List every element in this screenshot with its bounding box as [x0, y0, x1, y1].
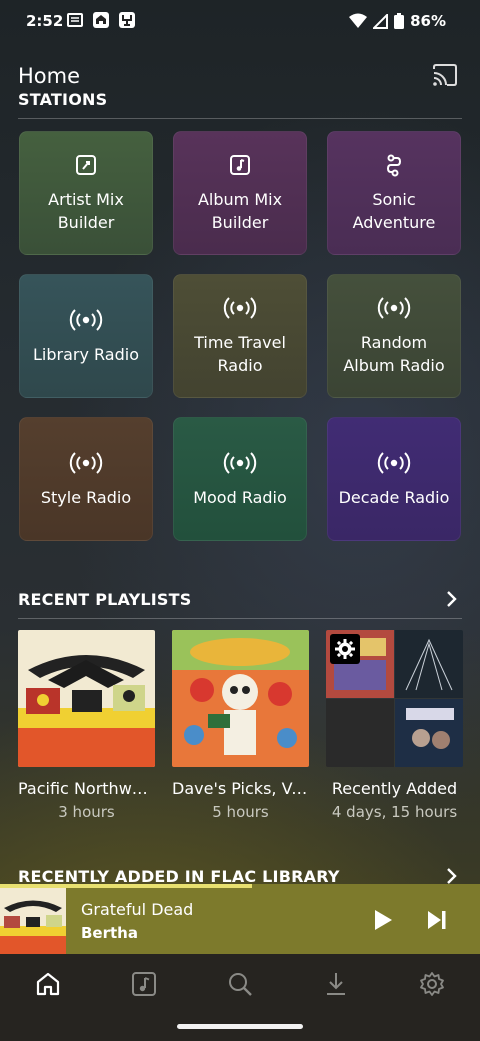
playlist-subtitle: 4 days, 15 hours [331, 803, 458, 821]
station-mood-radio[interactable]: Mood Radio [173, 417, 307, 541]
station-sonic-adventure[interactable]: Sonic Adventure [327, 131, 461, 255]
gesture-home-bar[interactable] [177, 1024, 303, 1029]
station-random-album-radio[interactable]: Random Album Radio [327, 274, 461, 398]
status-time: 2:52 [26, 12, 64, 30]
gear-icon [335, 639, 355, 659]
now-playing-bar[interactable]: Grateful Dead Bertha [0, 884, 480, 954]
home-icon[interactable] [34, 970, 62, 998]
tile-label: Sonic Adventure [352, 190, 436, 232]
play-icon[interactable] [372, 908, 394, 932]
recent-playlists-heading: RECENT PLAYLISTS [18, 590, 192, 609]
playlist-title: Dave's Picks, Volume 18 [172, 779, 309, 798]
playlist-card[interactable]: Dave's Picks, Volume 18 5 hours [172, 630, 309, 821]
battery-icon [394, 13, 405, 29]
playlist-title: Pacific Northwest Tour [18, 779, 155, 798]
now-playing-art [0, 888, 66, 954]
app-notification-icon [119, 12, 135, 28]
now-playing-track: Bertha [81, 924, 138, 942]
settings-badge[interactable] [330, 634, 360, 664]
radio-icon [377, 451, 411, 474]
notification-icons [66, 11, 136, 29]
tile-label: Random Album Radio [343, 333, 445, 375]
radio-icon [223, 451, 257, 474]
bottom-nav [0, 954, 480, 1041]
radio-icon [223, 297, 257, 319]
page-title: Home [18, 64, 81, 88]
now-playing-artist: Grateful Dead [81, 900, 194, 919]
tile-label: Album Mix Builder [197, 190, 283, 232]
music-library-icon[interactable] [130, 970, 158, 998]
playlist-cover-art [18, 630, 155, 767]
tile-label: Library Radio [33, 344, 139, 364]
status-bar: 2:52 86% [0, 0, 480, 44]
path-icon [386, 154, 402, 177]
radio-icon [69, 451, 103, 474]
battery-percent: 86% [410, 12, 446, 30]
search-icon[interactable] [226, 970, 254, 998]
playlist-cover-art [172, 630, 309, 767]
settings-icon[interactable] [418, 970, 446, 998]
stations-grid: Artist Mix Builder Album Mix Builder Son… [19, 131, 461, 541]
stations-heading: STATIONS [18, 90, 108, 109]
playlist-title: Recently Added [331, 779, 458, 798]
news-notification-icon [67, 13, 83, 27]
recent-playlists-chevron-right-icon[interactable] [444, 590, 460, 608]
recently-added-chevron-right-icon[interactable] [444, 867, 460, 885]
home-app-notification-icon [93, 12, 109, 28]
radio-icon [69, 308, 103, 331]
radio-icon [377, 297, 411, 319]
recent-playlists-row: Pacific Northwest Tour 3 hours Dave's Pi… [18, 630, 463, 821]
playlist-subtitle: 3 hours [58, 803, 115, 821]
music-note-icon [230, 155, 250, 175]
status-right: 86% [349, 12, 446, 30]
station-artist-mix-builder[interactable]: Artist Mix Builder [19, 131, 153, 255]
station-style-radio[interactable]: Style Radio [19, 417, 153, 541]
station-time-travel-radio[interactable]: Time Travel Radio [173, 274, 307, 398]
tile-label: Time Travel Radio [194, 333, 286, 375]
tile-label: Decade Radio [338, 487, 450, 507]
tile-label: Style Radio [40, 487, 132, 507]
playlist-card[interactable]: Pacific Northwest Tour 3 hours [18, 630, 155, 821]
skip-next-icon[interactable] [426, 908, 448, 932]
playlist-cover-art [326, 630, 463, 767]
stations-divider [18, 118, 462, 119]
station-library-radio[interactable]: Library Radio [19, 274, 153, 398]
tile-label: Artist Mix Builder [48, 190, 124, 232]
playlists-divider [18, 618, 462, 619]
wifi-icon [349, 13, 368, 28]
station-album-mix-builder[interactable]: Album Mix Builder [173, 131, 307, 255]
playlist-card[interactable]: Recently Added 4 days, 15 hours [326, 630, 463, 821]
download-icon[interactable] [322, 970, 350, 998]
signal-icon [373, 13, 389, 29]
playlist-subtitle: 5 hours [212, 803, 269, 821]
cast-icon[interactable] [432, 64, 458, 86]
tile-label: Mood Radio [193, 487, 287, 507]
artist-mix-icon [76, 155, 96, 175]
station-decade-radio[interactable]: Decade Radio [327, 417, 461, 541]
